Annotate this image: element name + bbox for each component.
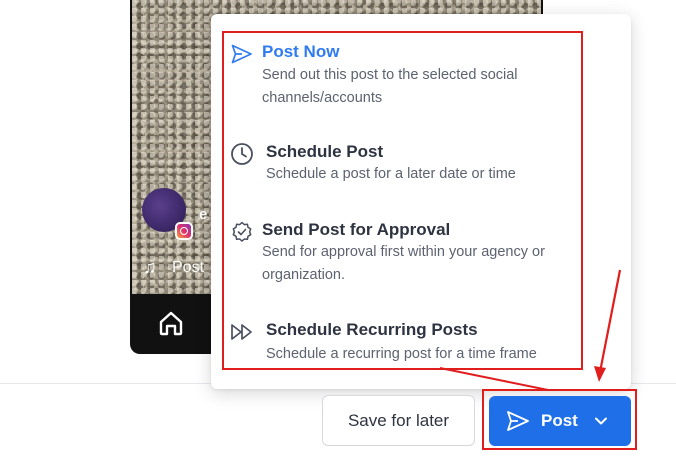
menu-item-title: Send Post for Approval [262,220,451,239]
post-button[interactable]: Post [489,396,631,446]
menu-item-description: Send for approval first within your agen… [262,244,545,283]
music-note-icon: ♫ [143,257,157,277]
menu-item-post-now[interactable]: Post Now Send out this post to the selec… [230,40,580,110]
menu-item-title: Schedule Recurring Posts [266,320,478,339]
menu-item-title: Post Now [262,42,340,61]
clock-icon [231,143,253,165]
chevron-down-icon[interactable] [593,413,609,429]
menu-item-description: Schedule a post for a later date or time [266,166,516,182]
fast-forward-icon [231,324,252,340]
menu-item-send-for-approval[interactable]: Send Post for Approval Send for approval… [230,218,580,288]
preview-music-text: Post [172,259,205,276]
menu-item-schedule-post[interactable]: Schedule Post Schedule a post for a late… [230,140,580,190]
home-icon [159,311,183,336]
send-icon [507,411,529,431]
menu-item-title: Schedule Post [266,142,384,161]
badge-check-icon [232,221,252,242]
menu-item-description: Schedule a recurring post for a time fra… [266,346,537,362]
menu-item-schedule-recurring[interactable]: Schedule Recurring Posts Schedule a recu… [230,318,580,368]
preview-account-name: e [199,206,208,223]
instagram-icon [175,222,193,240]
post-button-label: Post [541,411,578,430]
menu-item-description: Send out this post to the selected socia… [262,67,518,106]
save-for-later-button[interactable]: Save for later [322,395,475,446]
send-icon [231,44,252,64]
